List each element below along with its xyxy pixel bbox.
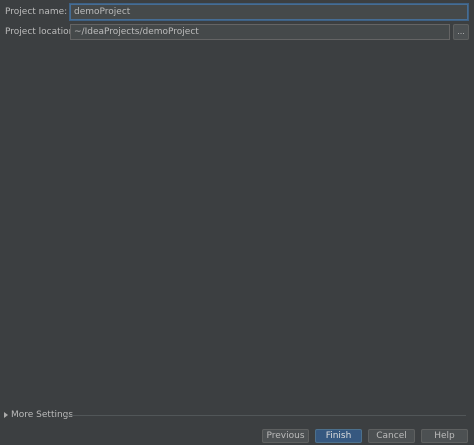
project-name-input[interactable] bbox=[70, 4, 468, 20]
cancel-button[interactable]: Cancel bbox=[368, 429, 415, 443]
project-location-label: Project location: bbox=[5, 27, 78, 37]
expand-triangle-icon bbox=[4, 412, 8, 418]
previous-button[interactable]: Previous bbox=[262, 429, 309, 443]
help-button[interactable]: Help bbox=[421, 429, 468, 443]
browse-location-button[interactable]: ... bbox=[453, 24, 469, 40]
project-location-input[interactable] bbox=[70, 24, 450, 40]
project-name-row: Project name: bbox=[0, 2, 474, 22]
more-settings-toggle[interactable]: More Settings bbox=[4, 409, 73, 421]
project-location-row: Project location: ... bbox=[0, 22, 474, 42]
project-name-label: Project name: bbox=[5, 7, 68, 17]
finish-button[interactable]: Finish bbox=[315, 429, 362, 443]
more-settings-divider bbox=[64, 415, 466, 416]
